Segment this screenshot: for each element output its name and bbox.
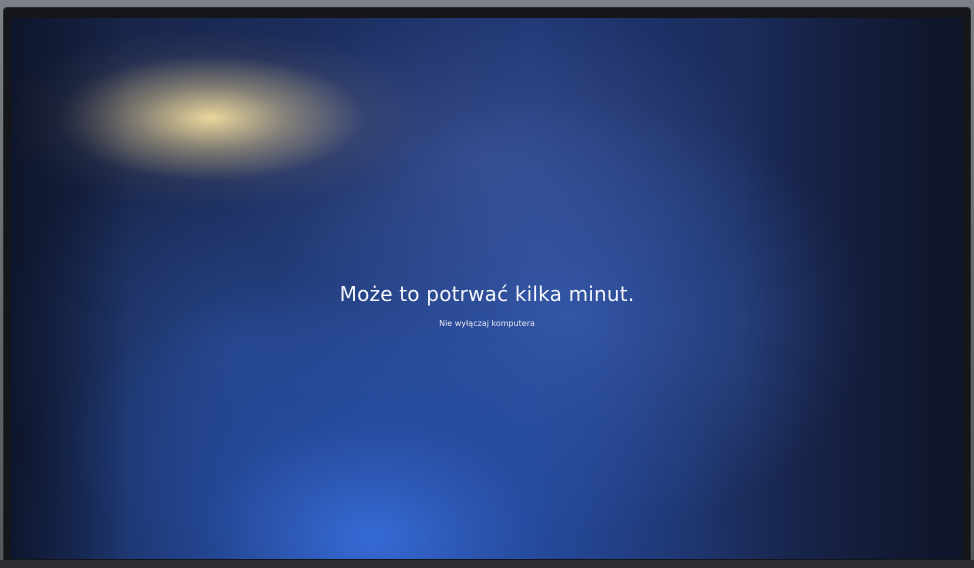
monitor-bottom-edge	[0, 560, 974, 568]
status-message: Może to potrwać kilka minut. Nie wyłącza…	[11, 280, 963, 330]
update-screen: Może to potrwać kilka minut. Nie wyłącza…	[11, 18, 963, 559]
status-subtitle: Nie wyłączaj komputera	[439, 319, 535, 328]
status-title: Może to potrwać kilka minut.	[339, 282, 635, 306]
photo-of-monitor: Może to potrwać kilka minut. Nie wyłącza…	[0, 0, 974, 568]
